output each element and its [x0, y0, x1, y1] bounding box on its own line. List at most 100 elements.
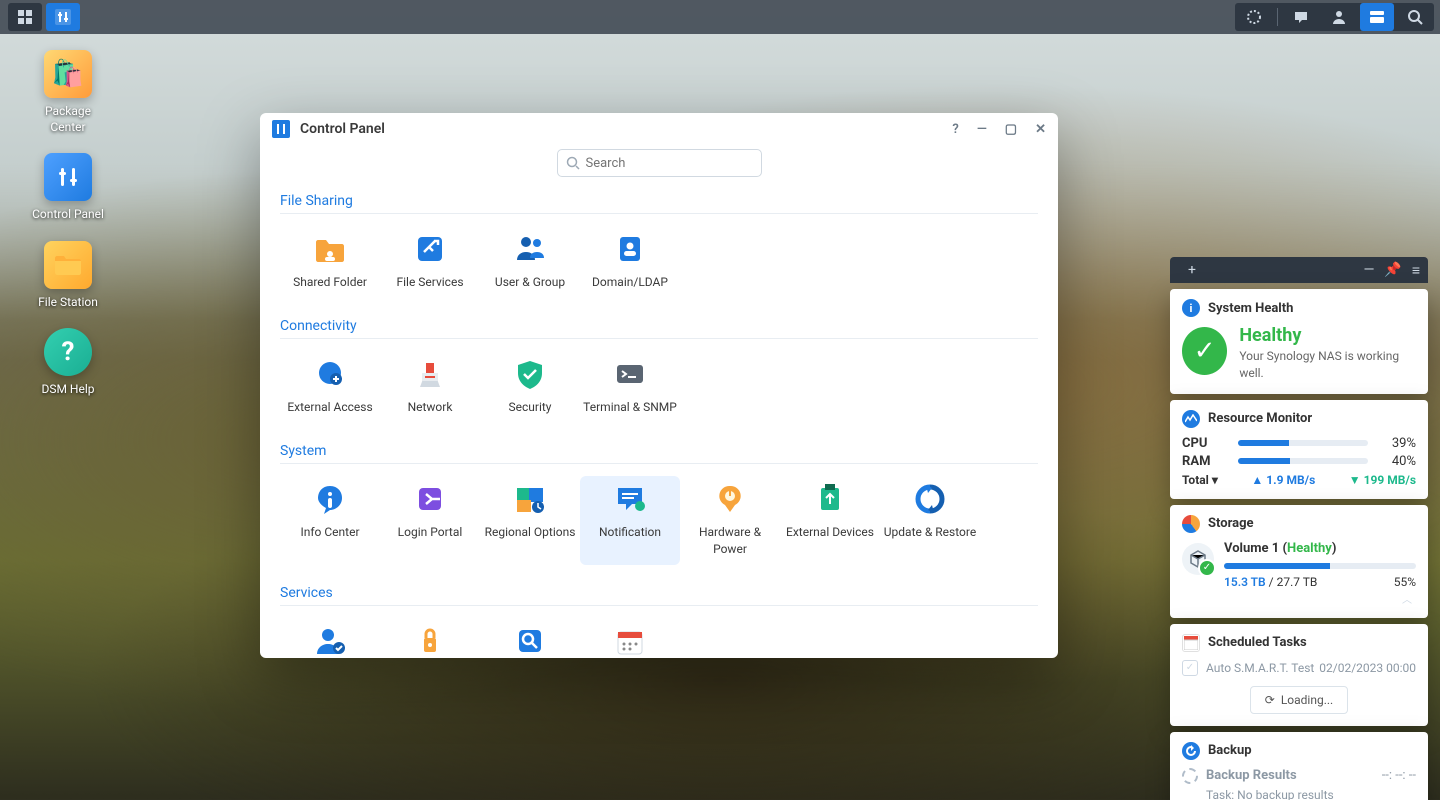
widget-title: Resource Monitor	[1208, 411, 1312, 426]
control-panel-item-domain-ldap[interactable]: Domain/LDAP	[580, 226, 680, 298]
window-titlebar[interactable]: Control Panel ? — ▢ ✕	[260, 113, 1058, 145]
pie-icon	[1182, 515, 1200, 533]
window-title: Control Panel	[300, 121, 385, 137]
backup-icon	[1182, 742, 1200, 760]
control-panel-item-label: Domain/LDAP	[582, 274, 678, 290]
terminal-snmp-icon	[612, 357, 648, 391]
section-divider	[280, 213, 1038, 214]
control-panel-item-regional-options[interactable]: Regional Options	[480, 476, 580, 564]
synology-account-icon	[312, 624, 348, 658]
task-name: Auto S.M.A.R.T. Test	[1206, 661, 1319, 675]
hardware-power-icon	[712, 482, 748, 516]
scheduled-task-row[interactable]: ✓ Auto S.M.A.R.T. Test 02/02/2023 00:00	[1182, 660, 1416, 676]
control-panel-icon	[272, 120, 290, 138]
ram-label: RAM	[1182, 454, 1228, 469]
taskbar-widgets-icon[interactable]	[1360, 3, 1394, 31]
widgets-pin-button[interactable]: 📌	[1384, 262, 1401, 278]
control-panel-item-terminal-snmp[interactable]: Terminal & SNMP	[580, 351, 680, 423]
cpu-value: 39%	[1378, 436, 1416, 451]
desktop-icon-label: DSM Help	[28, 382, 108, 398]
control-panel-item-update-restore[interactable]: Update & Restore	[880, 476, 980, 564]
control-panel-item-file-services[interactable]: File Services	[380, 226, 480, 298]
section-divider	[280, 338, 1038, 339]
section-title: Connectivity	[280, 318, 1038, 334]
control-panel-item-security[interactable]: Security	[480, 351, 580, 423]
widgets-minimize-button[interactable]: —	[1363, 262, 1374, 278]
window-help-button[interactable]: ?	[952, 122, 958, 137]
taskbar-search-icon[interactable]	[1398, 3, 1432, 31]
widget-resource-monitor: Resource Monitor CPU 39% RAM 40% Total ▾…	[1170, 400, 1428, 499]
storage-bar	[1224, 563, 1416, 569]
shared-folder-icon	[312, 232, 348, 266]
login-portal-icon	[412, 482, 448, 516]
taskbar-right-group	[1235, 3, 1434, 31]
info-icon: i	[1182, 299, 1200, 317]
control-panel-item-user-group[interactable]: User & Group	[480, 226, 580, 298]
desktop-icon-control-panel[interactable]: Control Panel	[28, 153, 108, 223]
control-panel-item-indexing-service[interactable]: Indexing Service	[480, 618, 580, 658]
control-panel-item-task-scheduler[interactable]: Task Scheduler	[580, 618, 680, 658]
control-panel-item-label: Regional Options	[482, 524, 578, 540]
taskbar-notifications-icon[interactable]	[1284, 3, 1318, 31]
control-panel-item-info-center[interactable]: Info Center	[280, 476, 380, 564]
storage-numbers: 15.3 TB / 27.7 TB 55%	[1224, 575, 1416, 589]
control-panel-item-label: File Services	[382, 274, 478, 290]
control-panel-item-hardware-power[interactable]: Hardware & Power	[680, 476, 780, 564]
desktop-icon-dsm-help[interactable]: ? DSM Help	[28, 328, 108, 398]
control-panel-item-network[interactable]: Network	[380, 351, 480, 423]
domain-ldap-icon	[612, 232, 648, 266]
taskbar-app-control-panel[interactable]	[46, 3, 80, 31]
update-restore-icon	[912, 482, 948, 516]
control-panel-item-notification[interactable]: Notification	[580, 476, 680, 564]
desktop-icons: 🛍️ Package Center Control Panel File Sta…	[18, 50, 118, 416]
widgets-settings-button[interactable]: ≡	[1412, 262, 1420, 279]
desktop-icon-label: File Station	[28, 295, 108, 311]
control-panel-window: Control Panel ? — ▢ ✕ File SharingShared…	[260, 113, 1058, 658]
taskbar-user-icon[interactable]	[1322, 3, 1356, 31]
control-panel-item-external-access[interactable]: External Access	[280, 351, 380, 423]
monitor-icon	[1182, 410, 1200, 428]
window-maximize-button[interactable]: ▢	[1005, 122, 1017, 137]
task-time: 02/02/2023 00:00	[1319, 661, 1416, 675]
taskbar	[0, 0, 1440, 34]
control-panel-item-label: Notification	[582, 524, 678, 540]
search-box[interactable]	[557, 149, 762, 177]
health-status: Healthy	[1239, 325, 1416, 346]
total-toggle[interactable]: Total ▾	[1182, 473, 1218, 487]
widget-title: Storage	[1208, 516, 1254, 531]
application-privileges-icon	[412, 624, 448, 658]
task-checkbox[interactable]: ✓	[1182, 660, 1198, 676]
window-close-button[interactable]: ✕	[1035, 122, 1046, 137]
control-panel-item-application-privileges[interactable]: Application Privileges	[380, 618, 480, 658]
control-panel-item-label: External Access	[282, 399, 378, 415]
desktop-icon-package-center[interactable]: 🛍️ Package Center	[28, 50, 108, 135]
widget-storage: Storage Volume 1 (Healthy) 15.3 TB / 27.…	[1170, 505, 1428, 618]
widget-backup: Backup Backup Results --: --: -- Task: N…	[1170, 732, 1428, 800]
widgets-add-button[interactable]: +	[1188, 262, 1196, 278]
control-panel-item-external-devices[interactable]: External Devices	[780, 476, 880, 564]
search-input[interactable]	[586, 156, 753, 171]
storage-expand-chevron[interactable]: ︿	[1182, 591, 1416, 606]
volume-icon	[1182, 543, 1214, 575]
user-group-icon	[512, 232, 548, 266]
loading-indicator: ⟳Loading...	[1250, 686, 1348, 714]
control-panel-item-synology-account[interactable]: Synology Account	[280, 618, 380, 658]
control-panel-item-label: Shared Folder	[282, 274, 378, 290]
desktop-icon-file-station[interactable]: File Station	[28, 241, 108, 311]
backup-task-text: Task: No backup results	[1206, 788, 1416, 800]
main-menu-button[interactable]	[8, 3, 42, 31]
control-panel-item-login-portal[interactable]: Login Portal	[380, 476, 480, 564]
widget-title: Backup	[1208, 743, 1252, 758]
window-minimize-button[interactable]: —	[977, 122, 987, 137]
file-services-icon	[412, 232, 448, 266]
section-title: System	[280, 443, 1038, 459]
widgets-panel-header[interactable]: + — 📌 ≡	[1170, 257, 1428, 283]
taskbar-activity-icon[interactable]	[1237, 3, 1271, 31]
ram-bar	[1238, 458, 1368, 464]
regional-options-icon	[512, 482, 548, 516]
search-icon	[566, 156, 580, 170]
control-panel-item-shared-folder[interactable]: Shared Folder	[280, 226, 380, 298]
control-panel-item-label: External Devices	[782, 524, 878, 540]
control-panel-item-label: Network	[382, 399, 478, 415]
section-grid: Info CenterLogin PortalRegional OptionsN…	[280, 476, 1038, 576]
